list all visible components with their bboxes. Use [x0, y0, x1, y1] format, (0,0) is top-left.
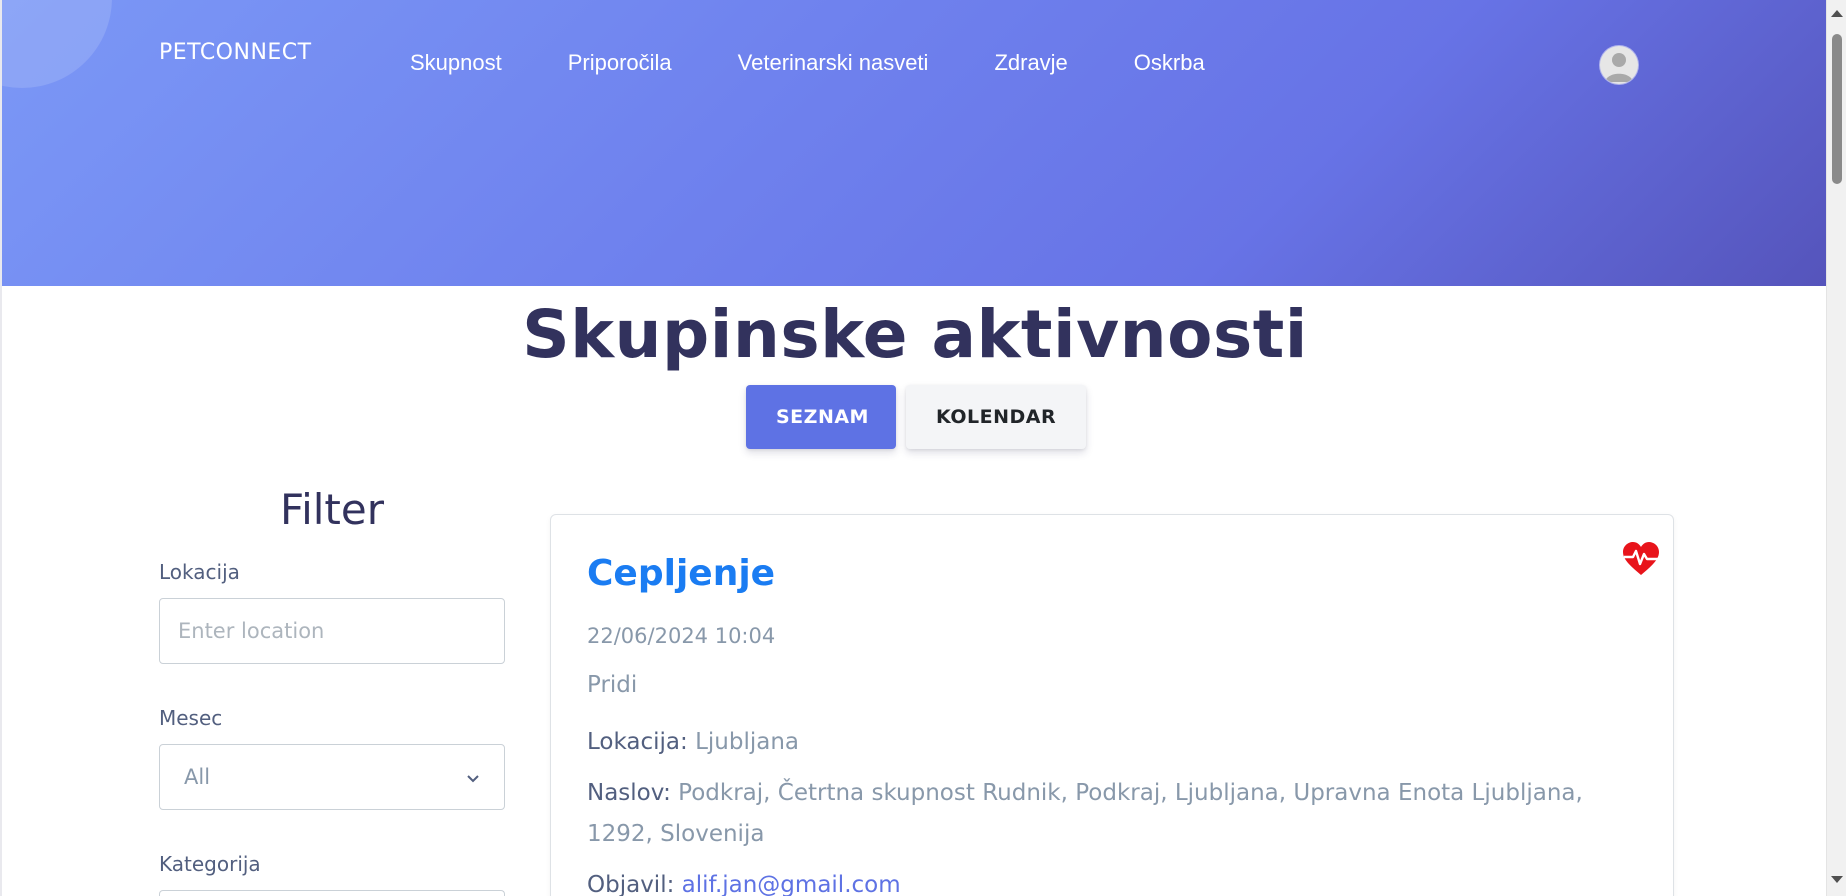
nav-item-oskrba[interactable]: Oskrba: [1134, 50, 1205, 76]
activity-datetime: 22/06/2024 10:04: [587, 624, 776, 648]
nav-item-zdravje[interactable]: Zdravje: [994, 50, 1067, 76]
activity-author: Objavil: alif.jan@gmail.com: [587, 865, 1637, 896]
filter-title: Filter: [279, 485, 384, 534]
category-select[interactable]: [159, 890, 505, 896]
hero-header: PETCONNECT Skupnost Priporočila Veterina…: [2, 0, 1826, 286]
location-input[interactable]: [159, 598, 505, 664]
activity-card: Cepljenje 22/06/2024 10:04 Pridi Lokacij…: [550, 514, 1674, 896]
nav-item-skupnost[interactable]: Skupnost: [410, 50, 502, 76]
activity-address-label: Naslov:: [587, 780, 671, 806]
activity-title-link[interactable]: Cepljenje: [587, 553, 1637, 594]
activity-author-link[interactable]: alif.jan@gmail.com: [682, 872, 901, 896]
main-nav: Skupnost Priporočila Veterinarski nasvet…: [410, 50, 1271, 76]
scroll-thumb[interactable]: [1832, 34, 1842, 184]
activity-location: Lokacija: Ljubljana: [587, 722, 1637, 763]
scroll-down-icon[interactable]: [1831, 876, 1843, 883]
activity-location-value: Ljubljana: [695, 729, 800, 755]
decorative-circle: [2, 0, 112, 88]
filter-panel: Filter Lokacija Mesec All Kategorija: [159, 485, 505, 896]
month-select-value: All: [184, 765, 211, 789]
vertical-scrollbar[interactable]: [1826, 0, 1846, 896]
location-label: Lokacija: [159, 560, 240, 584]
view-toggle: SEZNAM KOLENDAR: [746, 385, 1086, 449]
scroll-up-icon[interactable]: [1831, 10, 1843, 17]
user-avatar-icon[interactable]: [1600, 46, 1638, 84]
chevron-down-icon: [466, 765, 480, 789]
nav-item-veterinarski-nasveti[interactable]: Veterinarski nasveti: [738, 50, 929, 76]
brand-logo[interactable]: PETCONNECT: [159, 40, 312, 65]
list-view-button[interactable]: SEZNAM: [746, 385, 896, 449]
activity-author-label: Objavil:: [587, 872, 675, 896]
month-label: Mesec: [159, 706, 223, 730]
page-title: Skupinske aktivnosti: [522, 296, 1308, 373]
activity-location-label: Lokacija:: [587, 729, 688, 755]
category-label: Kategorija: [159, 852, 261, 876]
month-select[interactable]: All: [159, 744, 505, 810]
activity-address: Naslov: Podkraj, Četrtna skupnost Rudnik…: [587, 773, 1637, 855]
activity-address-value: Podkraj, Četrtna skupnost Rudnik, Podkra…: [587, 780, 1583, 847]
nav-item-priporocila[interactable]: Priporočila: [568, 50, 672, 76]
browser-viewport: PETCONNECT Skupnost Priporočila Veterina…: [0, 0, 1826, 896]
activity-description: Pridi: [587, 672, 638, 698]
calendar-view-button[interactable]: KOLENDAR: [906, 385, 1086, 449]
